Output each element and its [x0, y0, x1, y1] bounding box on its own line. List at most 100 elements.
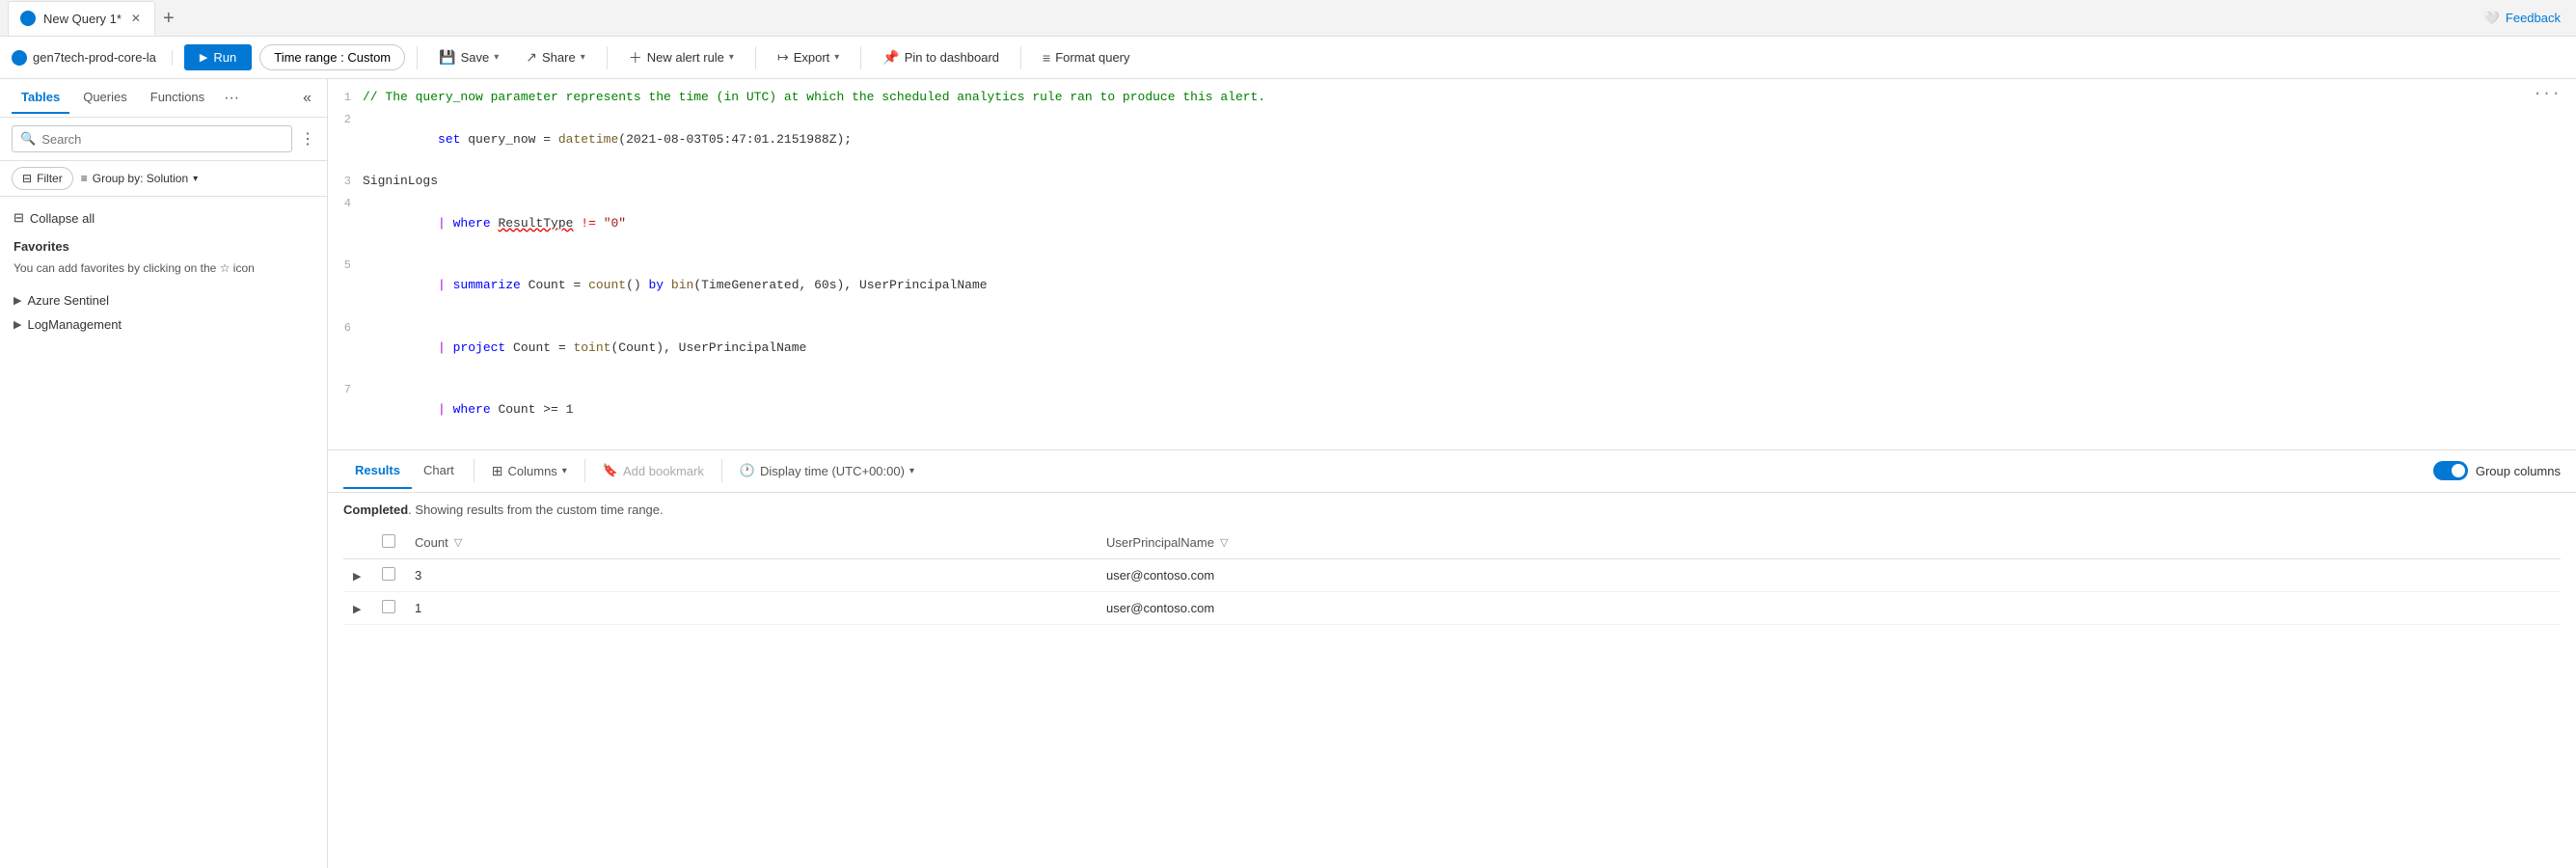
row2-expand-cell: ▶ — [343, 591, 372, 624]
tree-arrow-logmgmt: ▶ — [14, 318, 21, 331]
add-bookmark-button[interactable]: 🔖 Add bookmark — [593, 458, 714, 483]
line-content-5: | summarize Count = count() by bin(TimeG… — [363, 256, 2576, 315]
sidebar-search-row: 🔍 ⋮ — [0, 118, 327, 161]
code-editor[interactable]: ··· 1 // The query_now parameter represe… — [328, 79, 2576, 450]
line-num-6: 6 — [328, 319, 363, 338]
sidebar-search-box[interactable]: 🔍 — [12, 125, 292, 152]
results-toolbar-sep-1 — [474, 459, 475, 482]
run-label: Run — [213, 50, 236, 65]
sidebar-tab-tables[interactable]: Tables — [12, 82, 69, 114]
group-columns-toggle[interactable] — [2433, 461, 2468, 480]
format-query-button[interactable]: ≡ Format query — [1033, 45, 1139, 70]
editor-options-button[interactable]: ··· — [2533, 85, 2561, 102]
search-options-button[interactable]: ⋮ — [300, 129, 315, 149]
workspace-logo — [12, 50, 27, 66]
clock-icon: 🕐 — [740, 463, 755, 478]
row2-count: 1 — [405, 591, 1097, 624]
toolbar-separator-1 — [417, 46, 418, 69]
new-tab-button[interactable]: + — [155, 9, 182, 28]
pin-button[interactable]: 📌 Pin to dashboard — [873, 44, 1009, 70]
alert-chevron: ▾ — [729, 52, 734, 63]
toolbar-separator-4 — [860, 46, 861, 69]
search-icon: 🔍 — [20, 131, 36, 147]
header-expand-cell — [343, 527, 372, 559]
select-all-checkbox[interactable] — [382, 534, 395, 548]
results-tab-results[interactable]: Results — [343, 453, 412, 489]
tree-item-azure-sentinel[interactable]: ▶ Azure Sentinel — [0, 288, 327, 312]
bookmark-icon: 🔖 — [603, 463, 618, 478]
row2-expand-button[interactable]: ▶ — [353, 604, 361, 615]
line-num-4: 4 — [328, 195, 363, 213]
line-content-4: | where ResultType != "0" — [363, 194, 2576, 254]
header-count: Count ▽ — [405, 527, 1097, 559]
pin-icon: 📌 — [882, 49, 899, 66]
group-icon: ≡ — [81, 172, 88, 185]
query-tab-1[interactable]: New Query 1* ✕ — [8, 1, 155, 36]
display-time-button[interactable]: 🕐 Display time (UTC+00:00) ▾ — [730, 458, 924, 483]
time-chevron: ▾ — [909, 466, 914, 476]
tab-bar: New Query 1* ✕ + 🤍 Feedback — [0, 0, 2576, 37]
favorites-section: Favorites You can add favorites by click… — [0, 231, 327, 285]
line-num-3: 3 — [328, 173, 363, 191]
line-content-2: set query_now = datetime(2021-08-03T05:4… — [363, 110, 2576, 170]
heart-icon: 🤍 — [2484, 11, 2500, 26]
feedback-button[interactable]: 🤍 Feedback — [2477, 7, 2568, 30]
row2-checkbox-cell — [372, 591, 405, 624]
code-line-6: 6 | project Count = toint(Count), UserPr… — [328, 317, 2576, 379]
run-button[interactable]: Run — [184, 44, 252, 70]
share-chevron: ▾ — [581, 52, 585, 63]
row1-expand-button[interactable]: ▶ — [353, 571, 361, 583]
group-chevron: ▾ — [193, 174, 198, 184]
sidebar-tab-functions[interactable]: Functions — [141, 82, 214, 114]
search-input[interactable] — [41, 132, 284, 147]
tab-close-button[interactable]: ✕ — [129, 10, 143, 27]
results-toolbar-sep-3 — [721, 459, 722, 482]
share-button[interactable]: ↗ Share ▾ — [516, 44, 594, 70]
main-layout: Tables Queries Functions ··· « 🔍 ⋮ ⊟ Fil… — [0, 79, 2576, 868]
line-num-5: 5 — [328, 257, 363, 275]
filter-button[interactable]: ⊟ Filter — [12, 167, 73, 190]
toolbar-separator-5 — [1020, 46, 1021, 69]
favorites-title: Favorites — [14, 239, 313, 254]
count-filter-icon[interactable]: ▽ — [454, 536, 462, 549]
tab-logo — [20, 11, 36, 26]
line-content-7: | where Count >= 1 — [363, 380, 2576, 440]
code-line-3: 3 SigninLogs — [328, 171, 2576, 193]
new-alert-button[interactable]: ＋ New alert rule ▾ — [619, 43, 744, 72]
export-button[interactable]: ↦ Export ▾ — [768, 44, 849, 70]
line-num-1: 1 — [328, 89, 363, 107]
alert-icon: ＋ — [629, 48, 642, 68]
line-content-6: | project Count = toint(Count), UserPrin… — [363, 318, 2576, 378]
sidebar-tab-bar: Tables Queries Functions ··· « — [0, 79, 327, 118]
columns-button[interactable]: ⊞ Columns ▾ — [482, 458, 577, 484]
sidebar-more-button[interactable]: ··· — [218, 86, 245, 111]
time-range-label: Time range : Custom — [274, 50, 391, 65]
results-panel: Results Chart ⊞ Columns ▾ 🔖 Add bookmark — [328, 450, 2576, 868]
group-by-button[interactable]: ≡ Group by: Solution ▾ — [81, 172, 198, 185]
sidebar-tab-queries[interactable]: Queries — [73, 82, 137, 114]
workspace-selector[interactable]: gen7tech-prod-core-la — [12, 50, 173, 66]
toolbar-separator-3 — [755, 46, 756, 69]
tree-item-logmanagement[interactable]: ▶ LogManagement — [0, 312, 327, 337]
user-filter-icon[interactable]: ▽ — [1220, 536, 1228, 549]
feedback-label: Feedback — [2506, 11, 2561, 25]
time-range-button[interactable]: Time range : Custom — [259, 44, 405, 70]
results-status: Completed. Showing results from the cust… — [328, 493, 2576, 527]
sidebar-collapse-button[interactable]: « — [299, 86, 315, 111]
save-button[interactable]: 💾 Save ▾ — [429, 44, 508, 70]
save-chevron: ▾ — [494, 52, 499, 63]
share-icon: ↗ — [526, 49, 537, 66]
table-row: ▶ 3 user@contoso.com — [343, 558, 2561, 591]
results-table: Count ▽ UserPrincipalName ▽ — [328, 527, 2576, 868]
editor-area: ··· 1 // The query_now parameter represe… — [328, 79, 2576, 868]
code-line-4: 4 | where ResultType != "0" — [328, 193, 2576, 255]
collapse-all-button[interactable]: ⊟ Collapse all — [0, 204, 327, 231]
filter-icon: ⊟ — [22, 172, 32, 185]
tree-arrow-sentinel: ▶ — [14, 294, 21, 307]
row1-checkbox[interactable] — [382, 567, 395, 581]
results-tab-chart[interactable]: Chart — [412, 453, 466, 489]
row2-checkbox[interactable] — [382, 600, 395, 613]
sidebar-content: ⊟ Collapse all Favorites You can add fav… — [0, 197, 327, 868]
save-icon: 💾 — [439, 49, 455, 66]
code-line-5: 5 | summarize Count = count() by bin(Tim… — [328, 255, 2576, 316]
